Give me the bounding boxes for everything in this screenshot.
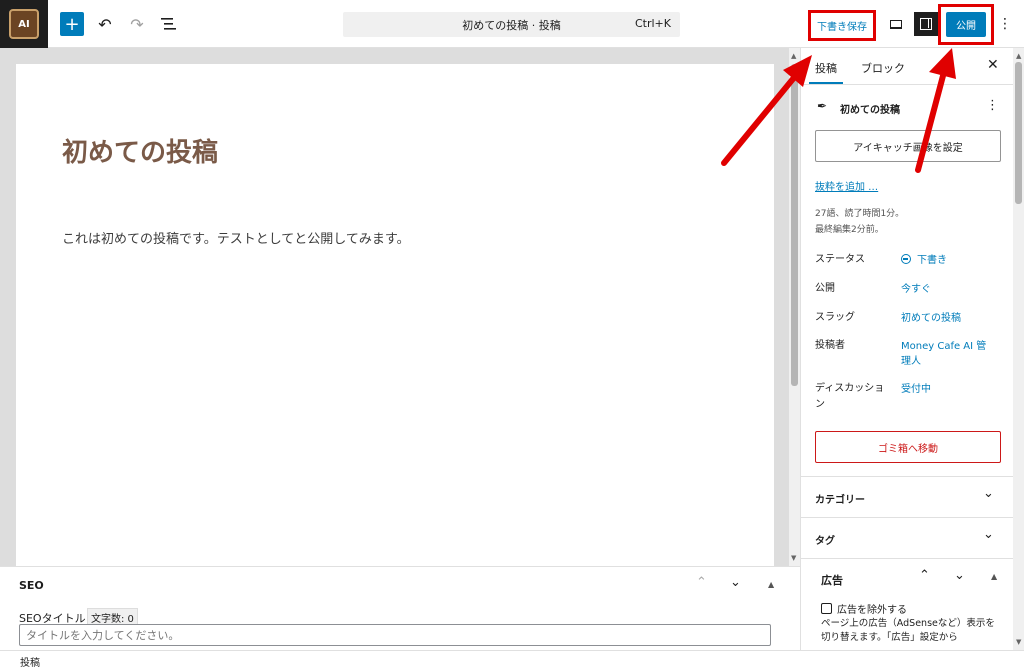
status-value-text: 下書き <box>917 255 947 266</box>
scroll-up-icon[interactable]: ▲ <box>791 52 796 60</box>
add-excerpt-link[interactable]: 抜粋を追加 … <box>815 178 878 193</box>
move-to-trash-button[interactable]: ゴミ箱へ移動 <box>815 431 1001 463</box>
exclude-ads-label: 広告を除外する <box>837 605 907 616</box>
post-title[interactable]: 初めての投稿 <box>62 132 218 169</box>
exclude-ads-checkbox[interactable]: 広告を除外する <box>821 601 907 616</box>
settings-sidebar-toggle[interactable] <box>914 12 938 36</box>
block-inserter-button[interactable]: + <box>60 12 84 36</box>
feather-icon: ✒ <box>817 99 828 113</box>
undo-icon: ↶ <box>98 14 112 34</box>
tags-panel-label: タグ <box>815 536 835 547</box>
move-up-chevron-icon[interactable]: ⌃ <box>696 575 707 590</box>
command-title: 初めての投稿 · 投稿 <box>462 19 561 32</box>
discussion-label: ディスカッション <box>815 383 885 410</box>
editor-toolbar: AI + ↶ ↷ 初めての投稿 · 投稿 Ctrl+K 下書き保存 公開 ⋮ <box>0 0 1024 48</box>
more-vertical-icon: ⋮ <box>998 16 1012 32</box>
scroll-down-icon[interactable]: ▼ <box>1016 638 1021 646</box>
scroll-up-icon[interactable]: ▲ <box>1016 52 1021 60</box>
categories-panel-label: カテゴリー <box>815 495 865 506</box>
site-logo[interactable]: AI <box>0 0 48 48</box>
author-value[interactable]: Money Cafe AI 管理人 <box>901 339 991 369</box>
chevron-down-icon: ⌄ <box>983 527 994 542</box>
set-featured-image-button[interactable]: アイキャッチ画像を設定 <box>815 130 1001 162</box>
discussion-value[interactable]: 受付中 <box>901 382 991 397</box>
canvas-scrollbar-thumb[interactable] <box>791 64 798 386</box>
post-actions-more-icon[interactable]: ⋮ <box>986 98 999 113</box>
command-shortcut: Ctrl+K <box>634 17 671 30</box>
tags-panel[interactable]: タグ ⌄ <box>801 517 1013 558</box>
word-count-info: 27語、読了時間1分。 <box>815 209 905 219</box>
status-bar: 投稿 <box>0 650 1024 669</box>
undo-button[interactable]: ↶ <box>93 12 117 36</box>
editor-canvas[interactable]: 初めての投稿 これは初めての投稿です。テストとしてと公開してみます。 <box>16 64 774 566</box>
redo-button[interactable]: ↷ <box>125 12 149 36</box>
canvas-scrollbar[interactable]: ▲ ▼ <box>789 48 800 566</box>
scroll-down-icon[interactable]: ▼ <box>791 554 796 562</box>
tab-block[interactable]: ブロック <box>861 60 905 76</box>
close-icon[interactable]: ✕ <box>987 57 999 73</box>
sidebar-tabs: 投稿 ブロック ✕ <box>801 48 1013 85</box>
checkbox-box[interactable] <box>821 603 832 614</box>
seo-meta-box: SEO ⌃ ⌄ ▲ SEOタイトル 文字数: 0 <box>0 566 800 650</box>
status-label: ステータス <box>815 254 865 265</box>
publish-date-label: 公開 <box>815 283 835 294</box>
slug-label: スラッグ <box>815 312 855 323</box>
move-up-chevron-icon[interactable]: ⌃ <box>919 568 930 583</box>
sidebar-post-title: 初めての投稿 <box>840 105 900 116</box>
logo-text: AI <box>18 18 30 30</box>
ad-heading: 広告 <box>821 574 843 587</box>
move-down-chevron-icon[interactable]: ⌄ <box>954 568 965 583</box>
move-down-chevron-icon[interactable]: ⌄ <box>730 575 741 590</box>
collapse-triangle-icon[interactable]: ▲ <box>991 572 997 581</box>
options-menu-button[interactable]: ⋮ <box>998 14 1012 34</box>
publish-button[interactable]: 公開 <box>946 12 986 37</box>
document-overview-button[interactable] <box>157 12 181 36</box>
last-edited-info: 最終編集2分前。 <box>815 225 884 235</box>
sidebar-icon <box>920 18 932 30</box>
preview-button[interactable] <box>884 12 908 36</box>
command-palette-bar[interactable]: 初めての投稿 · 投稿 Ctrl+K <box>343 12 680 37</box>
save-draft-button[interactable]: 下書き保存 <box>808 10 876 41</box>
slug-value[interactable]: 初めての投稿 <box>901 311 991 326</box>
seo-heading: SEO <box>19 579 44 592</box>
status-value[interactable]: 下書き <box>901 253 991 268</box>
publish-date-value[interactable]: 今すぐ <box>901 282 991 297</box>
sidebar-scrollbar[interactable]: ▲ ▼ <box>1013 48 1024 650</box>
list-view-icon <box>161 18 176 30</box>
ad-description: ページ上の広告（AdSenseなど）表示を切り替えます。「広告」設定から <box>821 618 995 643</box>
collapse-triangle-icon[interactable]: ▲ <box>768 580 774 589</box>
desktop-icon <box>890 19 902 29</box>
author-label: 投稿者 <box>815 340 845 351</box>
seo-title-input[interactable] <box>19 624 771 646</box>
tab-post[interactable]: 投稿 <box>809 60 843 84</box>
chevron-down-icon: ⌄ <box>983 486 994 501</box>
breadcrumb[interactable]: 投稿 <box>20 654 40 669</box>
plus-icon: + <box>64 13 80 35</box>
settings-sidebar: 投稿 ブロック ✕ ✒ 初めての投稿 ⋮ アイキャッチ画像を設定 抜粋を追加 …… <box>800 48 1024 650</box>
sidebar-scrollbar-thumb[interactable] <box>1015 62 1022 204</box>
ad-meta-box: 広告 ⌃ ⌄ ▲ 広告を除外する ページ上の広告（AdSenseなど）表示を切り… <box>801 558 1013 650</box>
post-paragraph[interactable]: これは初めての投稿です。テストとしてと公開してみます。 <box>62 228 410 247</box>
redo-icon: ↷ <box>130 14 144 34</box>
publish-highlight: 公開 <box>938 4 994 45</box>
draft-status-icon <box>901 254 911 264</box>
categories-panel[interactable]: カテゴリー ⌄ <box>801 476 1013 517</box>
coffee-logo-icon: AI <box>9 9 39 39</box>
